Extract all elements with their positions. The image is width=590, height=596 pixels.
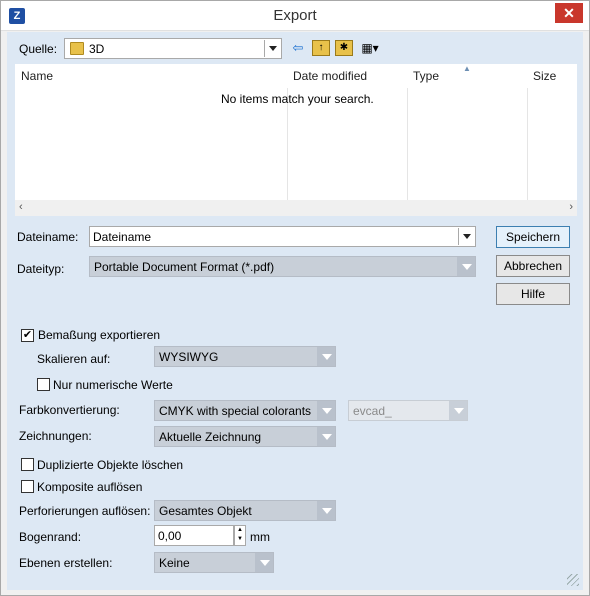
export-dimensions-checkbox[interactable]: ✔ (21, 329, 34, 342)
perforations-label: Perforierungen auflösen: (19, 504, 151, 518)
layers-value: Keine (159, 556, 190, 570)
up-folder-icon[interactable]: ↑ (312, 40, 330, 56)
chevron-down-icon (322, 434, 332, 440)
filetype-value: Portable Document Format (*.pdf) (94, 260, 275, 274)
layers-dropdown-button[interactable] (255, 553, 273, 572)
color-profile-select[interactable]: evcad_ (348, 400, 468, 421)
cancel-button[interactable]: Abbrechen (496, 255, 570, 277)
scroll-left-icon[interactable]: ‹ (19, 201, 23, 213)
delete-duplicates-label: Duplizierte Objekte löschen (37, 458, 184, 472)
chevron-down-icon (260, 560, 270, 566)
drawings-select[interactable]: Aktuelle Zeichnung (154, 426, 336, 447)
filename-label: Dateiname: (17, 230, 79, 244)
resize-grip-icon[interactable] (567, 574, 579, 586)
save-button[interactable]: Speichern (496, 226, 570, 248)
color-profile-dropdown-button[interactable] (449, 401, 467, 420)
scroll-right-icon[interactable]: › (569, 201, 573, 213)
location-label: Quelle: (19, 42, 58, 56)
dissolve-composites-label: Komposite auflösen (37, 480, 143, 494)
color-conversion-select[interactable]: CMYK with special colorants (154, 400, 336, 421)
filename-combo[interactable]: Dateiname (89, 226, 476, 247)
arc-margin-input[interactable]: 0,00 (154, 525, 234, 546)
color-profile-value: evcad_ (353, 404, 392, 418)
export-dimensions-label: Bemaßung exportieren (38, 328, 161, 342)
chevron-down-icon (322, 508, 332, 514)
filetype-dropdown-button[interactable] (457, 257, 475, 276)
close-button[interactable]: ✕ (555, 3, 583, 23)
chevron-down-icon (462, 264, 472, 270)
chevron-down-icon (269, 46, 277, 51)
column-divider (527, 88, 528, 200)
dialog-body: Quelle: 3D ⇦ ↑ ✱ ▦▾ Name Date modified T… (7, 32, 583, 590)
arc-margin-spinner[interactable]: ▲ ▼ (234, 525, 246, 546)
arc-margin-label: Bogenrand: (19, 530, 82, 544)
color-conversion-dropdown-button[interactable] (317, 401, 335, 420)
drawings-dropdown-button[interactable] (317, 427, 335, 446)
filename-dropdown-button[interactable] (458, 228, 474, 245)
window-title: Export (273, 7, 317, 24)
column-divider (407, 88, 408, 200)
spin-down-icon[interactable]: ▼ (235, 535, 245, 544)
chevron-down-icon (463, 234, 471, 239)
perforations-value: Gesamtes Objekt (159, 504, 252, 518)
folder-icon (70, 42, 84, 55)
title-bar: Z Export ✕ (1, 1, 589, 31)
drawings-label: Zeichnungen: (19, 429, 92, 443)
scale-label: Skalieren auf: (37, 352, 111, 366)
filename-input[interactable]: Dateiname (93, 230, 151, 244)
delete-duplicates-checkbox[interactable] (21, 458, 34, 471)
column-header-date[interactable]: Date modified (287, 64, 407, 88)
empty-message: No items match your search. (221, 92, 374, 106)
location-dropdown-button[interactable] (264, 40, 280, 57)
location-combo[interactable]: 3D (64, 38, 282, 59)
drawings-value: Aktuelle Zeichnung (159, 430, 262, 444)
chevron-down-icon (322, 408, 332, 414)
view-menu-icon[interactable]: ▦▾ (358, 40, 382, 56)
new-folder-icon[interactable]: ✱ (335, 40, 353, 56)
color-conversion-label: Farbkonvertierung: (19, 403, 120, 417)
column-header-size[interactable]: Size (527, 64, 577, 88)
horizontal-scrollbar[interactable]: ‹ › (15, 200, 577, 216)
spin-up-icon[interactable]: ▲ (235, 526, 245, 535)
chevron-down-icon (454, 408, 464, 414)
numeric-only-checkbox[interactable] (37, 378, 50, 391)
back-icon[interactable]: ⇦ (289, 40, 307, 56)
arc-margin-unit: mm (250, 530, 270, 544)
export-dialog: Z Export ✕ Quelle: 3D ⇦ ↑ ✱ ▦▾ Name Date… (0, 0, 590, 596)
help-button[interactable]: Hilfe (496, 283, 570, 305)
layers-select[interactable]: Keine (154, 552, 274, 573)
layers-label: Ebenen erstellen: (19, 556, 113, 570)
numeric-only-label: Nur numerische Werte (53, 378, 173, 392)
sort-ascending-icon: ▲ (463, 64, 471, 73)
filetype-select[interactable]: Portable Document Format (*.pdf) (89, 256, 476, 277)
filetype-label: Dateityp: (17, 262, 65, 276)
perforations-select[interactable]: Gesamtes Objekt (154, 500, 336, 521)
color-conversion-value: CMYK with special colorants (159, 404, 312, 418)
dissolve-composites-checkbox[interactable] (21, 480, 34, 493)
location-value: 3D (89, 42, 105, 56)
scale-dropdown-button[interactable] (317, 347, 335, 366)
file-list[interactable]: Name Date modified Type ▲ Size No items … (15, 64, 577, 216)
scale-value: WYSIWYG (159, 350, 219, 364)
chevron-down-icon (322, 354, 332, 360)
column-header-name[interactable]: Name (15, 64, 287, 88)
scale-select[interactable]: WYSIWYG (154, 346, 336, 367)
perforations-dropdown-button[interactable] (317, 501, 335, 520)
